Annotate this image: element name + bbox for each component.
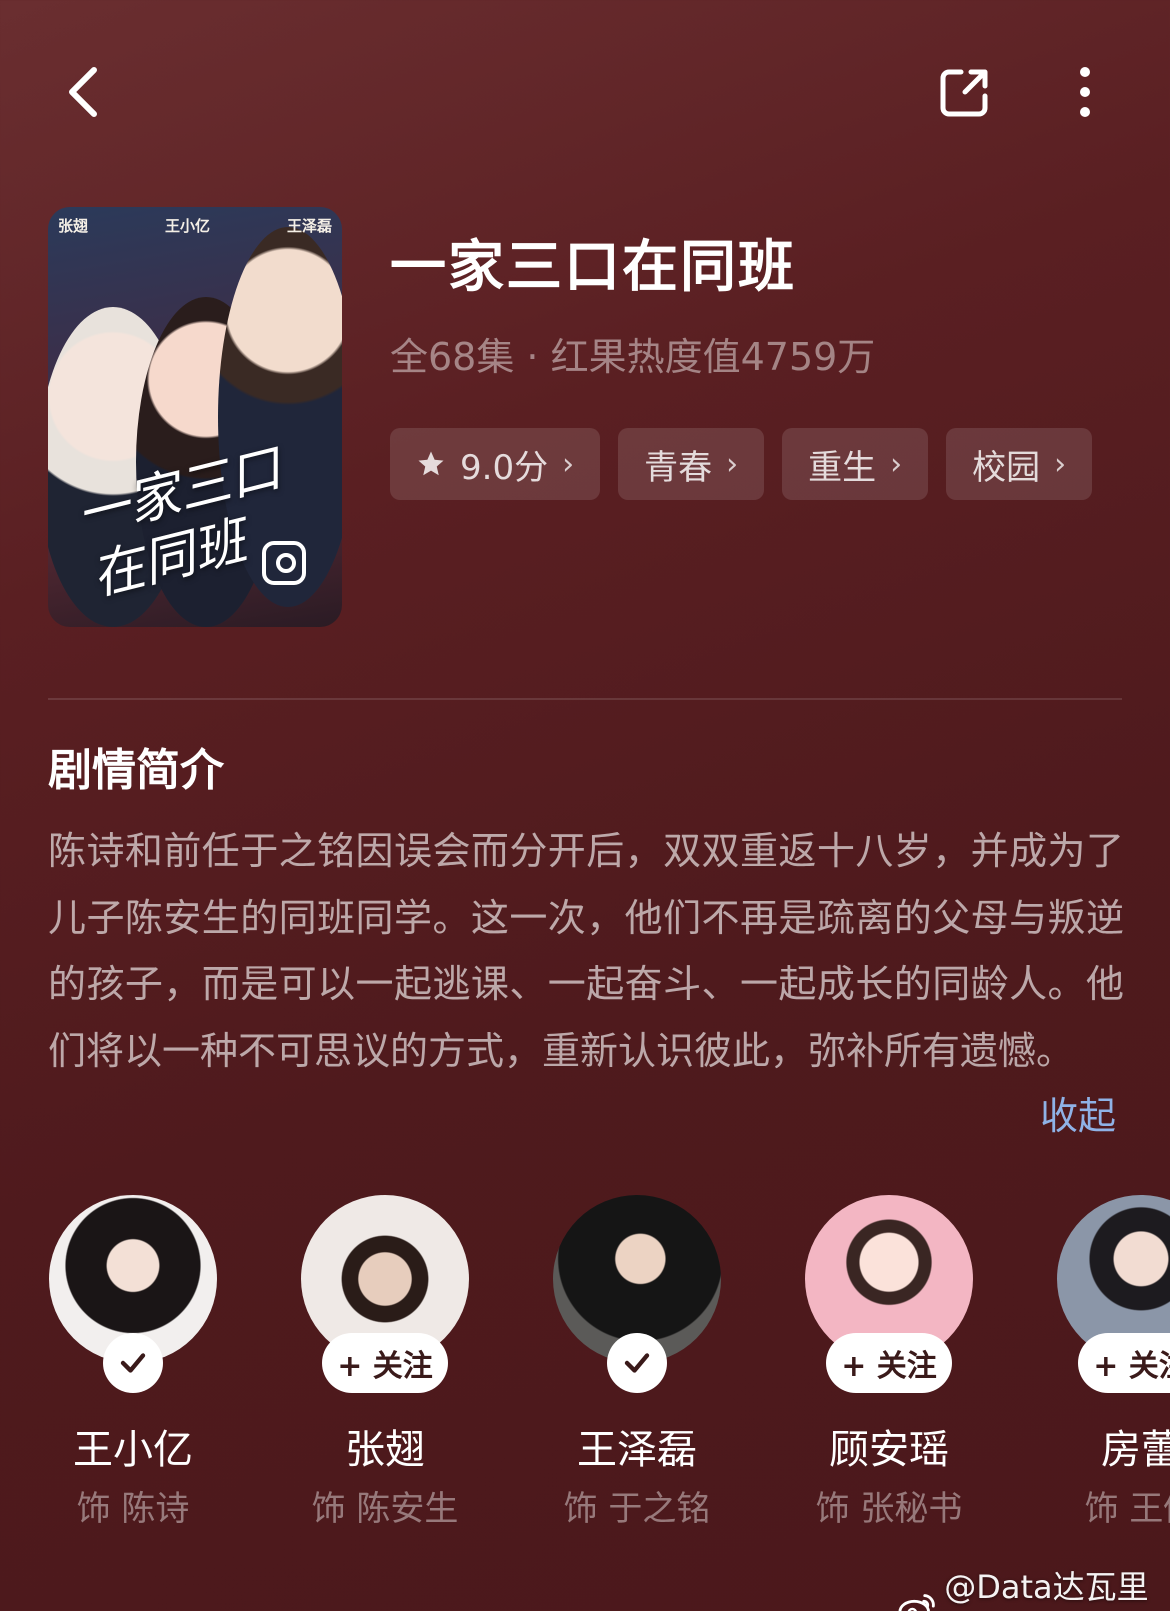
cast-card[interactable]: + 关注 张翅 饰 陈安生	[300, 1195, 470, 1529]
collapse-button[interactable]: 收起	[1040, 1085, 1116, 1140]
poster-cast-name: 张翅	[58, 217, 89, 235]
actor-name: 王泽磊	[577, 1427, 697, 1473]
chevron-left-icon	[69, 67, 97, 117]
cast-card[interactable]: + 关注 房蕾 饰 王倩	[1056, 1195, 1170, 1529]
star-icon	[418, 451, 444, 476]
role-name: 饰 于之铭	[563, 1489, 711, 1529]
share-button[interactable]	[930, 56, 1000, 128]
tag-list: 9.0分 › 青春 › 重生 › 校园 ›	[390, 428, 1093, 500]
poster-cast-name: 王泽磊	[286, 217, 332, 235]
actor-name: 王小亿	[73, 1427, 193, 1473]
drama-meta: 全68集 · 红果热度值4759万	[390, 335, 876, 379]
followed-button[interactable]	[103, 1333, 163, 1393]
drama-poster[interactable]: 张翅 王小亿 王泽磊 一家三口在同班	[48, 207, 342, 627]
role-name: 饰 陈诗	[76, 1489, 190, 1529]
watermark: @Data达瓦里氏	[898, 1562, 1170, 1611]
more-button[interactable]	[1050, 56, 1120, 128]
actor-name: 顾安瑶	[829, 1427, 949, 1473]
chevron-right-icon: ›	[562, 446, 575, 482]
genre-label: 青春	[644, 447, 713, 488]
watermark-text: @Data达瓦里氏	[944, 1568, 1149, 1606]
chevron-right-icon: ›	[890, 446, 903, 482]
follow-button[interactable]: + 关注	[1078, 1333, 1170, 1393]
section-divider	[48, 698, 1122, 700]
role-name: 饰 张秘书	[815, 1489, 963, 1529]
poster-cast-names: 张翅 王小亿 王泽磊	[58, 215, 332, 236]
poster-cast-name: 王小亿	[164, 217, 210, 235]
back-button[interactable]	[52, 56, 116, 128]
cast-card[interactable]: 王泽磊 饰 于之铭	[552, 1195, 722, 1529]
role-name: 饰 陈安生	[311, 1489, 459, 1529]
followed-button[interactable]	[607, 1333, 667, 1393]
genre-label: 重生	[808, 447, 877, 488]
weibo-icon	[898, 1594, 935, 1611]
chevron-right-icon: ›	[1054, 446, 1067, 482]
role-name: 饰 王倩	[1084, 1489, 1170, 1529]
more-vertical-icon	[1080, 67, 1090, 117]
check-icon	[624, 1353, 650, 1373]
rating-label: 9.0分	[460, 447, 549, 488]
follow-button[interactable]: + 关注	[826, 1333, 952, 1393]
cast-card[interactable]: + 关注 顾安瑶 饰 张秘书	[804, 1195, 974, 1529]
genre-label: 校园	[972, 447, 1041, 488]
check-icon	[120, 1353, 146, 1373]
actor-name: 房蕾	[1101, 1427, 1170, 1473]
follow-button[interactable]: + 关注	[322, 1333, 448, 1393]
synopsis-text: 陈诗和前任于之铭因误会而分开后，双双重返十八岁，并成为了儿子陈安生的同班同学。这…	[48, 829, 1124, 1073]
actor-name: 张翅	[345, 1427, 425, 1473]
chevron-right-icon: ›	[726, 446, 739, 482]
genre-tag[interactable]: 重生 ›	[782, 428, 929, 500]
rating-tag[interactable]: 9.0分 ›	[390, 428, 601, 500]
genre-tag[interactable]: 青春 ›	[618, 428, 765, 500]
cast-list[interactable]: 王小亿 饰 陈诗 + 关注 张翅 饰 陈安生 王泽磊 饰 于之铭 + 关注 顾安…	[48, 1195, 1170, 1545]
share-icon	[940, 69, 988, 117]
genre-tag[interactable]: 校园 ›	[946, 428, 1093, 500]
top-bar	[0, 0, 1170, 180]
poster-logo-icon	[262, 541, 306, 585]
drama-title: 一家三口在同班	[390, 235, 796, 300]
cast-card[interactable]: 王小亿 饰 陈诗	[48, 1195, 218, 1529]
synopsis-heading: 剧情简介	[48, 745, 224, 796]
